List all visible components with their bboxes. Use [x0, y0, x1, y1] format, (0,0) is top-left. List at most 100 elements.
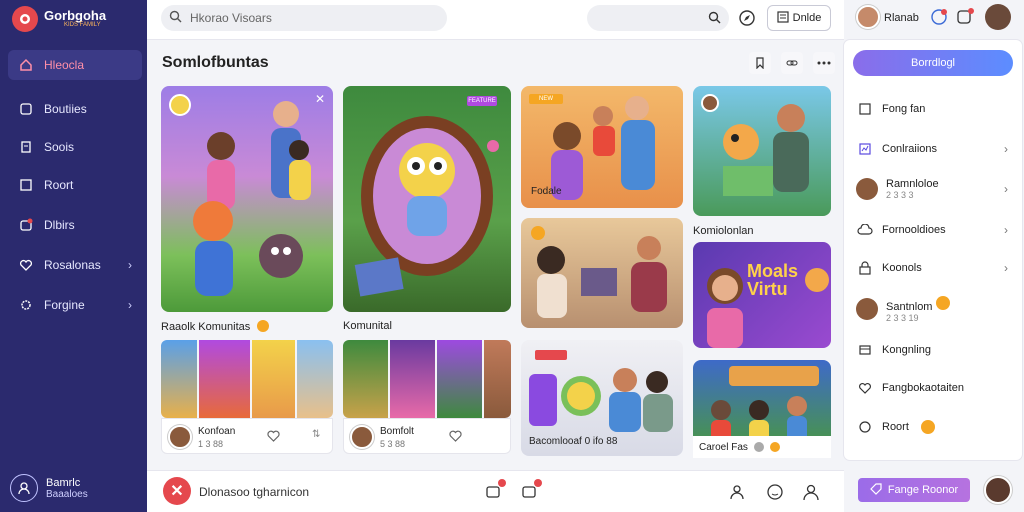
avatar [856, 178, 878, 200]
girl-illustration [707, 268, 829, 348]
notification-badge [498, 479, 506, 487]
heart-icon [18, 257, 34, 273]
menu-item[interactable]: Fangbokaotaiten [856, 375, 1012, 401]
sidebar-item-label: Hleocla [44, 58, 85, 72]
heart-icon[interactable] [267, 429, 280, 447]
top-action-label: Dnlde [792, 12, 822, 24]
people-icon[interactable] [729, 482, 749, 502]
mini-card-footer[interactable]: Bomfolt 5 3 88 [343, 418, 511, 454]
user-name: Rlanab [884, 12, 919, 24]
app-logo[interactable]: Gorbgoha KIDS FAMILY [12, 6, 106, 32]
feature-card-image[interactable]: FEATURE [343, 86, 511, 312]
menu-item[interactable]: Conlraiions › [856, 136, 1012, 162]
logo-icon[interactable]: ✕ [163, 477, 191, 505]
search-icon [169, 10, 182, 26]
search-input[interactable]: Hkorao Visoars [161, 5, 447, 31]
sidebar-item-dlbirs[interactable]: Dlbirs [8, 210, 142, 240]
mini-card-strip[interactable] [161, 340, 333, 418]
side-card-image[interactable]: Bacomlooaf 0 ifo 88 [521, 340, 683, 456]
menu-item[interactable]: Kongnling [856, 337, 1012, 363]
menu-item[interactable]: Santnlom 2 3 3 19 [856, 295, 1012, 323]
home-icon [18, 57, 34, 73]
family-reading-illustration [537, 236, 667, 318]
mini-card-count: 1 3 88 [198, 439, 224, 449]
notification-icon[interactable] [956, 8, 974, 31]
user-icon [10, 474, 38, 502]
more-icon[interactable] [813, 52, 835, 74]
bottom-action-button[interactable]: Fange Roonor [858, 478, 970, 502]
menu-item[interactable]: Koonols › [856, 255, 1012, 281]
avatar [168, 425, 192, 449]
card-footer[interactable]: Caroel Fas [693, 436, 831, 458]
badge-icon [257, 320, 270, 332]
smile-icon[interactable] [765, 482, 785, 502]
profile-icon[interactable] [801, 482, 821, 502]
secondary-search-input[interactable] [587, 5, 729, 31]
sidebar-item-roort[interactable]: Roort [8, 170, 142, 200]
sidebar-user[interactable]: Bamrlc Baaaloes [10, 474, 88, 502]
menu-item[interactable]: Roort [856, 414, 1012, 440]
avatar [856, 298, 878, 320]
card-avatar [701, 94, 719, 112]
link-icon[interactable] [930, 8, 948, 31]
title-toolbar [749, 52, 835, 74]
side-card-image[interactable] [693, 86, 831, 216]
bookmark-icon[interactable] [749, 52, 771, 74]
avatar[interactable] [985, 4, 1011, 30]
right-panel: Rlanab Borrdlogl Fong fan Conlraiions › … [844, 0, 1024, 512]
box-icon [18, 101, 34, 117]
card-caption: Raaolk Komunitas [161, 320, 270, 333]
chevron-right-icon: › [1004, 142, 1008, 156]
doc-icon [856, 100, 874, 118]
mini-card-strip[interactable] [343, 340, 511, 418]
sort-icon[interactable]: ⇅ [312, 429, 320, 440]
avatar[interactable] [984, 476, 1012, 504]
link-icon[interactable] [781, 52, 803, 74]
card-caption: Caroel Fas [699, 441, 748, 453]
sidebar-user-name: Bamrlc [46, 476, 81, 489]
card-caption: Komiolonlan [693, 225, 754, 237]
notification-icon[interactable] [483, 479, 506, 502]
avatar[interactable] [856, 5, 880, 29]
mini-card-footer[interactable]: Konfoan 1 3 88 ⇅ [161, 418, 333, 454]
fire-icon [920, 420, 935, 434]
list-icon [777, 10, 789, 26]
user-header: Rlanab [844, 0, 1024, 36]
sidebar-item-forgine[interactable]: Forgine › [8, 290, 142, 320]
primary-button[interactable]: Borrdlogl [853, 50, 1013, 76]
sidebar-item-rosalonas[interactable]: Rosalonas › [8, 250, 142, 280]
logo-icon [12, 6, 38, 32]
cloud-icon [856, 221, 874, 239]
search-icon [708, 11, 721, 29]
side-card-image[interactable] [521, 218, 683, 328]
card-caption: Komunital [343, 320, 392, 332]
side-card-image[interactable]: NEW Fodale [521, 86, 683, 208]
bottom-bar: ✕ Dlonasoo tgharnicon [147, 470, 844, 512]
menu-panel: Borrdlogl Fong fan Conlraiions › Ramnlol… [844, 40, 1022, 460]
menu-item[interactable]: Fornooldioes › [856, 217, 1012, 243]
sidebar-item-soois[interactable]: Soois [8, 132, 142, 162]
sidebar-item-boutiies[interactable]: Boutiies [8, 94, 142, 124]
square-icon [18, 177, 34, 193]
side-card-image[interactable]: Moals Virtu [693, 242, 831, 348]
sidebar-item-label: Soois [44, 140, 75, 154]
top-action-button[interactable]: Dnlde [767, 5, 831, 31]
globe-icon [856, 418, 874, 436]
sidebar-item-home[interactable]: Hleocla [8, 50, 142, 80]
top-bar: Hkorao Visoars Dnlde [147, 0, 844, 40]
card-tag: NEW [529, 94, 563, 104]
menu-item[interactable]: Fong fan [856, 96, 1012, 122]
app-name: Gorbgoha [44, 8, 107, 23]
sidebar-user-role: Baaaloes [46, 488, 88, 500]
menu-item[interactable]: Ramnloloe 2 3 3 3 › [856, 176, 1012, 202]
page-title: Somlofbuntas [162, 54, 269, 71]
gear-icon [18, 297, 34, 313]
explore-icon[interactable] [737, 8, 757, 28]
main-content: Somlofbuntas ✕ Raaolk Komunitas FEATURE … [147, 40, 844, 470]
sidebar-item-label: Dlbirs [44, 218, 75, 232]
heart-icon[interactable] [449, 429, 462, 447]
message-icon[interactable] [519, 479, 542, 502]
mini-card-count: 5 3 88 [380, 439, 406, 449]
feature-card-image[interactable]: ✕ [161, 86, 333, 312]
card-tag-new [535, 350, 567, 360]
